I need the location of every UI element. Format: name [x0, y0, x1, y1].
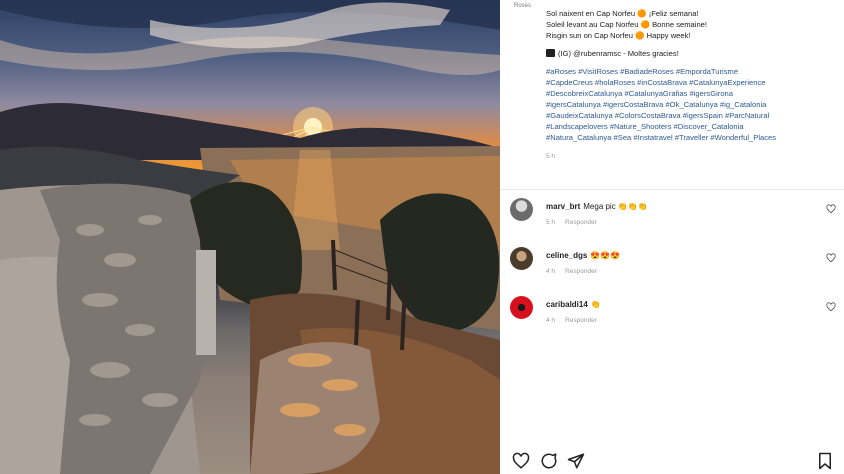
hashtags-line[interactable]: #Natura_Catalunya #Sea #Instatravel #Tra…: [546, 132, 836, 143]
comment-text: caribaldi14 👏: [546, 300, 601, 309]
comment-text: marv_brt Mega pic 👏👏👏: [546, 202, 648, 211]
reply-button[interactable]: Responder: [565, 268, 597, 275]
comment-username[interactable]: caribaldi14: [546, 300, 588, 309]
caption-line: Sol naixent en Cap Norfeu 🟠 ¡Feliz seman…: [546, 9, 699, 18]
caption-line: Risgin sun on Cap Norfeu 🟠 Happy week!: [546, 31, 691, 40]
avatar[interactable]: [510, 198, 533, 221]
comment-username[interactable]: celine_dgs: [546, 251, 587, 260]
reply-button[interactable]: Responder: [565, 317, 597, 324]
post-side-panel: Roses Sol naixent en Cap Norfeu 🟠 ¡Feliz…: [500, 0, 844, 474]
heart-icon[interactable]: [512, 452, 530, 470]
photo-credit: (IG) @rubenramsc - Moltes gracies!: [546, 48, 836, 59]
heart-icon[interactable]: [826, 302, 836, 312]
post-caption: Roses Sol naixent en Cap Norfeu 🟠 ¡Feliz…: [514, 3, 836, 162]
camera-icon: [546, 49, 555, 57]
bookmark-icon[interactable]: [816, 452, 834, 470]
post-timestamp: 5 h: [546, 153, 556, 160]
post-action-bar: [512, 452, 834, 470]
comment-time: 4 h: [546, 317, 556, 324]
comment-meta: 4 h Responder: [546, 268, 597, 275]
hashtags-line[interactable]: #CapdeCreus #holaRoses #inCostaBrava #Ca…: [546, 77, 836, 88]
avatar[interactable]: [510, 247, 533, 270]
post-photo[interactable]: [0, 0, 500, 474]
comment-text: celine_dgs 😍😍😍: [546, 251, 620, 260]
caption-line: Soleil levant au Cap Norfeu 🟠 Bonne sema…: [546, 20, 708, 29]
hashtags-line[interactable]: #GaudeixCatalunya #ColorsCostaBrava #ige…: [546, 110, 836, 121]
photo-credit-text: (IG) @rubenramsc - Moltes gracies!: [558, 49, 679, 58]
avatar[interactable]: [510, 296, 533, 319]
comment-content: 😍😍😍: [590, 251, 621, 260]
heart-icon[interactable]: [826, 204, 836, 214]
hashtags-line[interactable]: #igersCatalunya #igersCostaBrava #Ok_Cat…: [546, 99, 836, 110]
hashtags-line[interactable]: #aRoses #VisitRoses #BadiadeRoses #Empor…: [546, 66, 836, 77]
send-icon[interactable]: [567, 452, 585, 470]
comment-meta: 5 h Responder: [546, 219, 597, 226]
comment-time: 5 h: [546, 219, 556, 226]
comment-icon[interactable]: [540, 452, 558, 470]
comment-time: 4 h: [546, 268, 556, 275]
reply-button[interactable]: Responder: [565, 219, 597, 226]
comment-username[interactable]: marv_brt: [546, 202, 580, 211]
location-label[interactable]: Roses: [514, 1, 531, 12]
heart-icon[interactable]: [826, 253, 836, 263]
divider: [500, 189, 844, 190]
hashtags-line[interactable]: #Landscapelovers #Nature_Shooters #Disco…: [546, 121, 836, 132]
comment-content: 👏: [590, 300, 601, 309]
sunset-landscape-illustration: [0, 0, 500, 474]
hashtags-line[interactable]: #DescobreixCatalunya #CatalunyaGrafias #…: [546, 88, 836, 99]
comment-content: Mega pic 👏👏👏: [583, 202, 648, 211]
comment-meta: 4 h Responder: [546, 317, 597, 324]
